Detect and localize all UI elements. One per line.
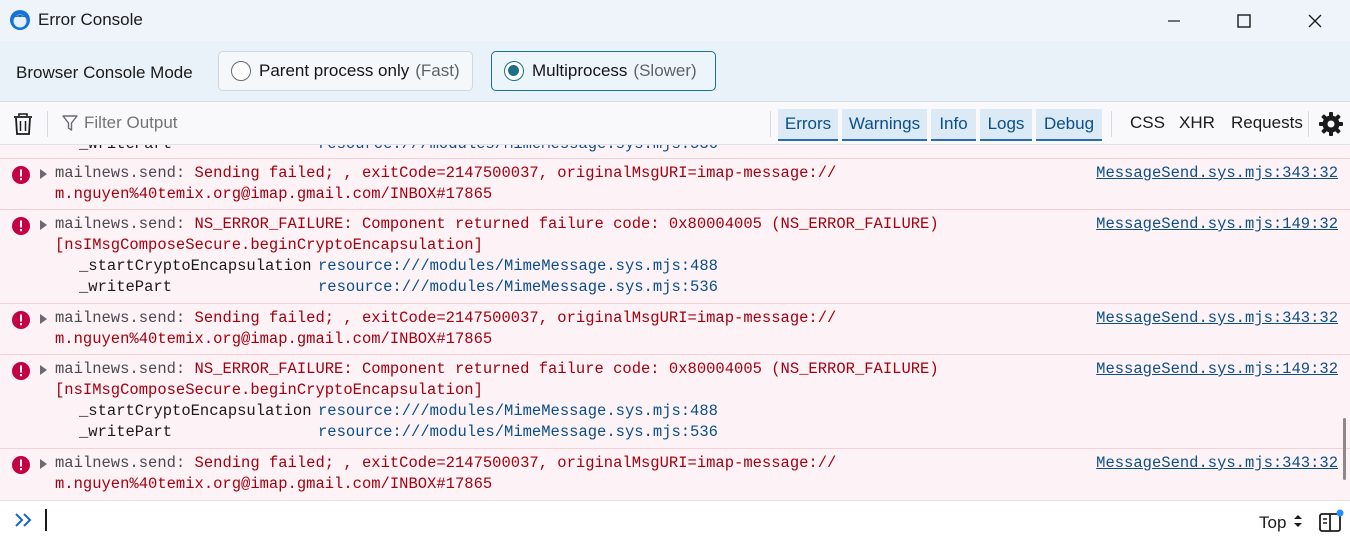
log-message-error[interactable]: mailnews.send: NS_ERROR_FAILURE: Compone… — [0, 209, 1350, 303]
stack-frame-location[interactable]: resource:///modules/MimeMessage.sys.mjs:… — [318, 145, 718, 153]
message-prefix: mailnews.send: — [55, 215, 186, 233]
message-line: mailnews.send: NS_ERROR_FAILURE: Compone… — [55, 215, 939, 233]
log-message-error[interactable]: mailnews.send: NS_ERROR_FAILURE: Compone… — [0, 354, 1350, 448]
error-icon — [12, 217, 30, 235]
stack-frame-location[interactable]: resource:///modules/MimeMessage.sys.mjs:… — [318, 402, 718, 420]
expand-caret-icon[interactable] — [40, 169, 47, 179]
radio-hint: (Fast) — [415, 61, 460, 80]
stack-frame-function: _writePart — [79, 278, 173, 296]
message-source-link[interactable]: MessageSend.sys.mjs:149:32 — [1096, 215, 1338, 233]
message-prefix: mailnews.send: — [55, 164, 186, 182]
message-line: mailnews.send: Sending failed; , exitCod… — [55, 164, 836, 182]
radio-label: Multiprocess — [532, 61, 628, 80]
expand-caret-icon[interactable] — [40, 314, 47, 324]
toolbar-separator — [770, 111, 771, 137]
message-line: mailnews.send: Sending failed; , exitCod… — [55, 454, 836, 472]
message-prefix: mailnews.send: — [55, 454, 186, 472]
prompt-chevron-icon — [15, 513, 32, 527]
thunderbird-logo-icon — [10, 10, 30, 30]
console-toolbar: Errors Warnings Info Logs Debug CSS XHR … — [0, 102, 1350, 145]
filter-output-input[interactable] — [84, 113, 334, 133]
console-input-bar: Top — [0, 500, 1350, 559]
radio-hint: (Slower) — [633, 61, 697, 80]
close-icon — [1308, 14, 1322, 27]
filter-xhr-button[interactable]: XHR — [1179, 113, 1215, 133]
message-source-link[interactable]: MessageSend.sys.mjs:343:32 — [1096, 309, 1338, 327]
stack-frame-function: _writePart — [79, 423, 173, 441]
multiprocess-radio[interactable]: Multiprocess (Slower) — [491, 51, 716, 91]
stack-frame-location[interactable]: resource:///modules/MimeMessage.sys.mjs:… — [318, 257, 718, 275]
radio-label: Parent process only — [259, 61, 410, 80]
toolbar-separator — [1308, 111, 1309, 137]
maximize-button[interactable] — [1209, 0, 1279, 41]
message-text-continued: [nsIMsgComposeSecure.beginCryptoEncapsul… — [55, 381, 483, 399]
message-text: NS_ERROR_FAILURE: Component returned fai… — [185, 215, 939, 233]
message-text: NS_ERROR_FAILURE: Component returned fai… — [185, 360, 939, 378]
message-source-link[interactable]: MessageSend.sys.mjs:343:32 — [1096, 454, 1338, 472]
log-message-error[interactable]: mailnews.send: Sending failed; , exitCod… — [0, 303, 1350, 354]
filter-warnings-button[interactable]: Warnings — [842, 109, 927, 141]
error-icon — [12, 456, 30, 474]
filter-logs-button[interactable]: Logs — [980, 109, 1032, 141]
filter-debug-button[interactable]: Debug — [1036, 109, 1102, 141]
parent-process-only-radio[interactable]: Parent process only (Fast) — [218, 51, 473, 91]
radio-circle-selected[interactable] — [504, 61, 524, 81]
message-line: mailnews.send: NS_ERROR_FAILURE: Compone… — [55, 360, 939, 378]
stack-frame-location[interactable]: resource:///modules/MimeMessage.sys.mjs:… — [318, 423, 718, 441]
message-text-continued: m.nguyen%40temix.org@imap.gmail.com/INBO… — [55, 475, 493, 493]
console-output[interactable]: _writePart resource:///modules/MimeMessa… — [0, 145, 1350, 500]
toolbar-separator — [47, 111, 48, 137]
message-source-link[interactable]: MessageSend.sys.mjs:343:32 — [1096, 164, 1338, 182]
message-text-continued: m.nguyen%40temix.org@imap.gmail.com/INBO… — [55, 185, 493, 203]
stack-frame-function: _startCryptoEncapsulation — [79, 257, 312, 275]
filter-requests-button[interactable]: Requests — [1231, 113, 1303, 133]
settings-gear-icon[interactable] — [1318, 111, 1344, 137]
filter-errors-button[interactable]: Errors — [778, 109, 838, 141]
message-text-continued: m.nguyen%40temix.org@imap.gmail.com/INBO… — [55, 330, 493, 348]
minimize-button[interactable] — [1139, 0, 1209, 41]
radio-circle[interactable] — [231, 61, 251, 81]
filter-info-button[interactable]: Info — [931, 109, 976, 141]
error-icon — [12, 362, 30, 380]
expand-caret-icon[interactable] — [40, 220, 47, 230]
stack-frame-location[interactable]: resource:///modules/MimeMessage.sys.mjs:… — [318, 278, 718, 296]
minimize-icon — [1168, 19, 1180, 22]
log-message-error[interactable]: mailnews.send: Sending failed; , exitCod… — [0, 158, 1350, 209]
updown-arrows-icon[interactable] — [1293, 513, 1303, 529]
message-prefix: mailnews.send: — [55, 360, 186, 378]
output-scrollbar-thumb[interactable] — [1343, 418, 1346, 480]
stack-frame-function: _startCryptoEncapsulation — [79, 402, 312, 420]
browser-console-mode-bar: Browser Console Mode Parent process only… — [0, 41, 1350, 102]
message-line: mailnews.send: Sending failed; , exitCod… — [55, 309, 836, 327]
filter-icon — [62, 115, 78, 131]
close-button[interactable] — [1280, 0, 1350, 41]
maximize-icon — [1237, 13, 1251, 28]
error-icon — [12, 311, 30, 329]
console-input-caret[interactable] — [45, 509, 47, 531]
expand-caret-icon[interactable] — [40, 365, 47, 375]
message-source-link[interactable]: MessageSend.sys.mjs:149:32 — [1096, 360, 1338, 378]
message-text: Sending failed; , exitCode=2147500037, o… — [185, 309, 837, 327]
message-prefix: mailnews.send: — [55, 309, 186, 327]
context-selector[interactable]: Top — [1259, 513, 1286, 533]
log-message-partial: _writePart resource:///modules/MimeMessa… — [0, 145, 1350, 159]
expand-caret-icon[interactable] — [40, 459, 47, 469]
mode-label: Browser Console Mode — [16, 63, 193, 82]
log-message-error[interactable]: mailnews.send: Sending failed; , exitCod… — [0, 448, 1350, 500]
message-text: Sending failed; , exitCode=2147500037, o… — [185, 454, 837, 472]
message-text-continued: [nsIMsgComposeSecure.beginCryptoEncapsul… — [55, 236, 483, 254]
title-bar: Error Console — [0, 0, 1350, 41]
sidebar-toggle-icon[interactable] — [1318, 509, 1344, 535]
message-text: Sending failed; , exitCode=2147500037, o… — [185, 164, 837, 182]
toolbar-separator — [1111, 111, 1112, 137]
window-title: Error Console — [38, 10, 143, 29]
filter-css-button[interactable]: CSS — [1130, 113, 1165, 133]
clear-console-trash-icon[interactable] — [10, 111, 36, 137]
stack-frame-function: _writePart — [79, 145, 172, 153]
error-icon — [12, 166, 30, 184]
